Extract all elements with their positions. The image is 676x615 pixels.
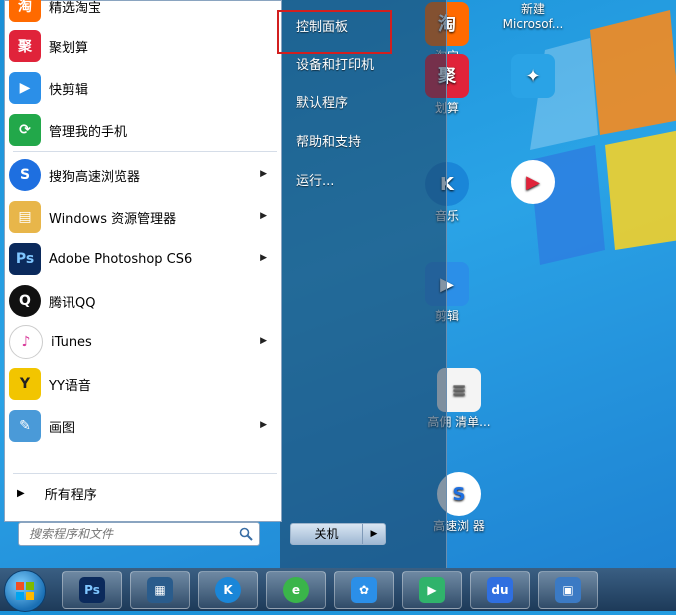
paint-palette-icon: ✎ xyxy=(9,410,41,442)
search-input[interactable] xyxy=(27,526,231,542)
player-shortcut-icon: ▶ xyxy=(511,160,555,204)
cloud-app-icon: ✿ xyxy=(351,577,377,603)
phone-manager-icon: ⟳ xyxy=(9,114,41,146)
program-paint[interactable]: ✎ 画图 ▶ xyxy=(9,407,277,445)
shutdown-button[interactable]: 关机 ▶ xyxy=(290,523,386,545)
program-label: 快剪辑 xyxy=(49,82,89,98)
program-label: Windows 资源管理器 xyxy=(49,211,177,227)
all-programs-button[interactable]: ▶ 所有程序 xyxy=(13,479,273,507)
program-windows-explorer[interactable]: ▤ Windows 资源管理器 ▶ xyxy=(9,198,277,236)
taskbar-player[interactable]: ▶ xyxy=(402,571,462,609)
taskbar-video[interactable]: ▦ xyxy=(130,571,190,609)
search-box[interactable] xyxy=(18,522,260,546)
photoshop-icon: Ps xyxy=(79,577,105,603)
app-shortcut-icon: ✦ xyxy=(511,54,555,98)
qq-penguin-icon: Q xyxy=(9,285,41,317)
all-programs-label: 所有程序 xyxy=(44,487,97,503)
program-itunes[interactable]: ♪ iTunes ▶ xyxy=(9,323,277,361)
itunes-icon: ♪ xyxy=(9,325,43,359)
taskbar-baidu[interactable]: du xyxy=(470,571,530,609)
program-label: YY语音 xyxy=(49,378,91,394)
program-photoshop[interactable]: Ps Adobe Photoshop CS6 ▶ xyxy=(9,240,277,278)
separator xyxy=(13,473,277,474)
taskbar-browser[interactable]: e xyxy=(266,571,326,609)
run-link[interactable]: 运行... xyxy=(294,170,436,194)
taskbar-control-panel[interactable]: ▣ xyxy=(538,571,598,609)
taobao-icon: 淘 xyxy=(9,0,41,22)
program-yy[interactable]: Y YY语音 xyxy=(9,365,277,403)
separator xyxy=(13,151,277,152)
desktop-icon-new-word[interactable]: 新建 Microsof... xyxy=(494,2,572,32)
taskbar-photoshop[interactable]: Ps xyxy=(62,571,122,609)
taskbar-kugou[interactable]: K xyxy=(198,571,258,609)
browser-e-icon: e xyxy=(283,577,309,603)
windows-logo-icon xyxy=(16,582,34,600)
submenu-arrow-icon: ▶ xyxy=(260,211,267,221)
desktop-icon-shortcut-2[interactable]: ▶ xyxy=(494,160,572,207)
program-kuaijianji[interactable]: ▶ 快剪辑 xyxy=(9,69,277,107)
desktop-icon-shortcut-1[interactable]: ✦ xyxy=(494,54,572,101)
player-icon: ▶ xyxy=(419,577,445,603)
photoshop-icon: Ps xyxy=(9,243,41,275)
start-menu-right-pane: 控制面板 设备和打印机 默认程序 帮助和支持 运行... xyxy=(282,0,446,568)
taskbar-cloud[interactable]: ✿ xyxy=(334,571,394,609)
submenu-arrow-icon: ▶ xyxy=(260,420,267,430)
shutdown-options-arrow-icon[interactable]: ▶ xyxy=(363,524,385,544)
control-panel-icon: ▣ xyxy=(555,577,581,603)
program-qq[interactable]: Q 腾讯QQ xyxy=(9,282,277,320)
program-label: 聚划算 xyxy=(49,40,89,56)
submenu-arrow-icon: ▶ xyxy=(260,253,267,263)
video-editor-icon: ▶ xyxy=(9,72,41,104)
baidu-paw-icon: du xyxy=(487,577,513,603)
program-label: 搜狗高速浏览器 xyxy=(49,169,141,185)
start-button[interactable] xyxy=(4,570,46,612)
program-sogou-browser[interactable]: S 搜狗高速浏览器 ▶ xyxy=(9,156,277,194)
juhuasuan-icon: 聚 xyxy=(9,30,41,62)
program-label: 画图 xyxy=(49,420,76,436)
shutdown-label: 关机 xyxy=(291,524,363,544)
start-menu: 淘 精选淘宝 聚 聚划算 ▶ 快剪辑 ⟳ 管理我的手机 S 搜狗高速浏览器 ▶ … xyxy=(0,0,447,568)
submenu-arrow-icon: ▶ xyxy=(260,336,267,346)
folder-icon: ▤ xyxy=(9,201,41,233)
film-icon: ▦ xyxy=(147,577,173,603)
help-support-link[interactable]: 帮助和支持 xyxy=(294,131,436,155)
yy-voice-icon: Y xyxy=(9,368,41,400)
program-taobao[interactable]: 淘 精选淘宝 xyxy=(9,0,277,25)
taskbar: Ps ▦ K e ✿ ▶ du ▣ xyxy=(0,568,676,612)
default-programs-link[interactable]: 默认程序 xyxy=(294,92,436,116)
program-juhuasuan[interactable]: 聚 聚划算 xyxy=(9,27,277,65)
start-menu-programs-pane: 淘 精选淘宝 聚 聚划算 ▶ 快剪辑 ⟳ 管理我的手机 S 搜狗高速浏览器 ▶ … xyxy=(4,0,282,522)
devices-printers-link[interactable]: 设备和打印机 xyxy=(294,54,436,78)
triangle-right-icon: ▶ xyxy=(17,487,25,499)
program-label: 管理我的手机 xyxy=(49,124,128,140)
program-label: iTunes xyxy=(51,334,92,350)
desktop-icon-label: 新建 Microsof... xyxy=(502,2,564,31)
program-phone-manager[interactable]: ⟳ 管理我的手机 xyxy=(9,111,277,149)
submenu-arrow-icon: ▶ xyxy=(260,169,267,179)
program-label: 精选淘宝 xyxy=(49,0,102,16)
kugou-icon: K xyxy=(215,577,241,603)
control-panel-highlight xyxy=(277,10,392,54)
program-label: Adobe Photoshop CS6 xyxy=(49,251,193,267)
sogou-browser-icon: S xyxy=(9,159,41,191)
search-icon[interactable] xyxy=(239,527,253,541)
program-label: 腾讯QQ xyxy=(49,295,96,311)
